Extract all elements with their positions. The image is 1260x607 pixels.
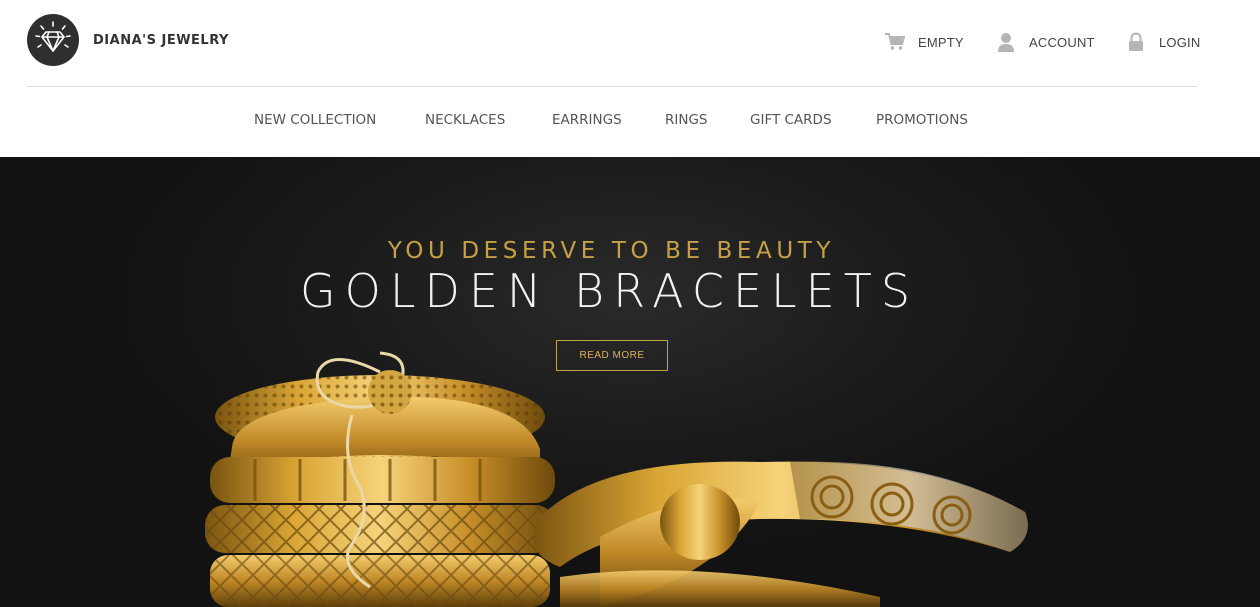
cart-link[interactable]: EMPTY [885, 30, 964, 54]
user-icon [996, 32, 1016, 52]
brand-name[interactable]: DIANA'S JEWELRY [93, 33, 229, 48]
nav-item-new-collection[interactable]: NEW COLLECTION [254, 112, 376, 128]
account-link[interactable]: ACCOUNT [996, 30, 1095, 54]
diamond-icon [35, 21, 71, 52]
login-link[interactable]: LOGIN [1126, 30, 1200, 54]
nav-item-rings[interactable]: RINGS [665, 112, 708, 128]
account-label: ACCOUNT [1029, 34, 1095, 50]
nav-item-earrings[interactable]: EARRINGS [552, 112, 622, 128]
header-divider [27, 86, 1197, 87]
hero-title: GOLDEN BRACELETS [299, 264, 920, 318]
cart-label: EMPTY [918, 34, 964, 50]
hero-subtitle: YOU DESERVE TO BE BEAUTY [387, 238, 836, 264]
logo[interactable] [27, 14, 79, 66]
site-header: DIANA'S JEWELRY EMPTY ACCOUNT LOGIN NEW … [0, 0, 1260, 157]
login-label: LOGIN [1159, 34, 1201, 50]
nav-item-promotions[interactable]: PROMOTIONS [876, 112, 968, 128]
nav-item-necklaces[interactable]: NECKLACES [425, 112, 505, 128]
cart-icon [885, 32, 905, 52]
main-nav: NEW COLLECTION NECKLACES EARRINGS RINGS … [0, 112, 1260, 132]
nav-item-gift-cards[interactable]: GIFT CARDS [750, 112, 832, 128]
read-more-button[interactable]: READ MORE [556, 340, 668, 371]
hero-banner: YOU DESERVE TO BE BEAUTY GOLDEN BRACELET… [0, 157, 1260, 607]
golden-bracelets-image [205, 351, 1028, 607]
lock-icon [1126, 32, 1146, 52]
